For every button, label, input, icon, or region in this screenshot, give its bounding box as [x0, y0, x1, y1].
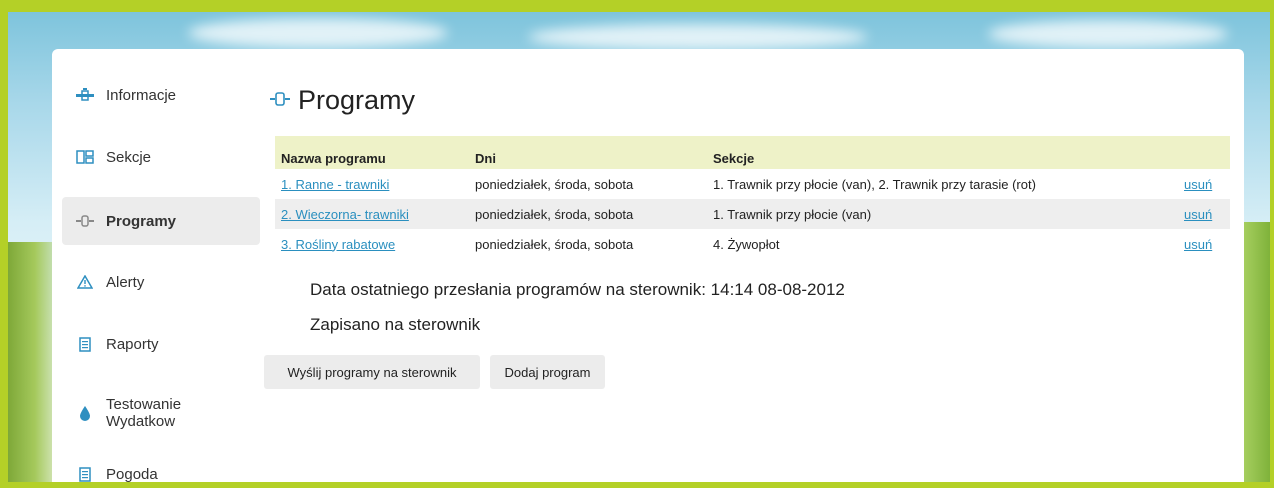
column-header-days: Dni — [469, 136, 707, 169]
sidebar-item-raporty[interactable]: Raporty — [62, 321, 260, 367]
sidebar-item-sekcje[interactable]: Sekcje — [62, 134, 260, 180]
background-cloud — [188, 18, 448, 48]
program-link[interactable]: 2. Wieczorna- trawniki — [281, 207, 409, 222]
background-cloud — [988, 20, 1228, 48]
sections-grid-icon — [76, 148, 94, 166]
weather-document-icon — [76, 465, 94, 482]
sidebar-item-testowanie-wydatkow[interactable]: Testowanie Wydatkow — [62, 387, 260, 439]
content-panel: Informacje Sekcje Programy Alerty Raport — [52, 49, 1244, 482]
sidebar-item-informacje[interactable]: Informacje — [62, 72, 260, 118]
sidebar-item-programy[interactable]: Programy — [62, 197, 260, 245]
program-days: poniedziałek, środa, sobota — [469, 199, 707, 229]
column-header-name: Nazwa programu — [275, 136, 469, 169]
add-program-button[interactable]: Dodaj program — [490, 355, 605, 389]
programs-table: Nazwa programu Dni Sekcje 1. Ranne - tra… — [275, 136, 1230, 259]
table-row: 1. Ranne - trawniki poniedziałek, środa,… — [275, 169, 1230, 199]
page-title: Programy — [270, 85, 415, 116]
program-sections: 1. Trawnik przy płocie (van) — [707, 199, 1178, 229]
program-valve-icon — [270, 92, 290, 109]
delete-link[interactable]: usuń — [1184, 207, 1212, 222]
program-days: poniedziałek, środa, sobota — [475, 236, 634, 252]
delete-link[interactable]: usuń — [1184, 177, 1212, 192]
report-document-icon — [76, 335, 94, 353]
water-valve-icon — [76, 86, 94, 104]
program-sections: 4. Żywopłot — [713, 236, 780, 252]
sidebar-item-alerty[interactable]: Alerty — [62, 259, 260, 305]
send-programs-button[interactable]: Wyślij programy na sterownik — [264, 355, 480, 389]
page-title-text: Programy — [298, 85, 416, 115]
save-status: Zapisano na sterownik — [310, 315, 481, 334]
program-link[interactable]: 1. Ranne - trawniki — [281, 177, 389, 192]
column-header-actions — [1178, 136, 1230, 169]
warning-triangle-icon — [76, 273, 94, 291]
delete-link[interactable]: usuń — [1184, 237, 1212, 252]
sidebar-item-pogoda[interactable]: Pogoda — [62, 455, 260, 482]
program-sections: 1. Trawnik przy płocie (van), 2. Trawnik… — [713, 176, 1036, 192]
table-header-row: Nazwa programu Dni Sekcje — [275, 136, 1230, 169]
column-header-sections: Sekcje — [707, 136, 1178, 169]
last-upload-info: Data ostatniego przesłania programów na … — [310, 280, 845, 299]
program-valve-icon — [76, 212, 94, 230]
program-link[interactable]: 3. Rośliny rabatowe — [281, 237, 395, 252]
water-drop-icon — [76, 404, 94, 422]
background-cloud — [528, 24, 868, 50]
table-row: 2. Wieczorna- trawniki poniedziałek, śro… — [275, 199, 1230, 229]
program-days: poniedziałek, środa, sobota — [475, 176, 634, 192]
app-frame: Informacje Sekcje Programy Alerty Raport — [0, 0, 1274, 488]
table-row: 3. Rośliny rabatowe poniedziałek, środa,… — [275, 229, 1230, 259]
